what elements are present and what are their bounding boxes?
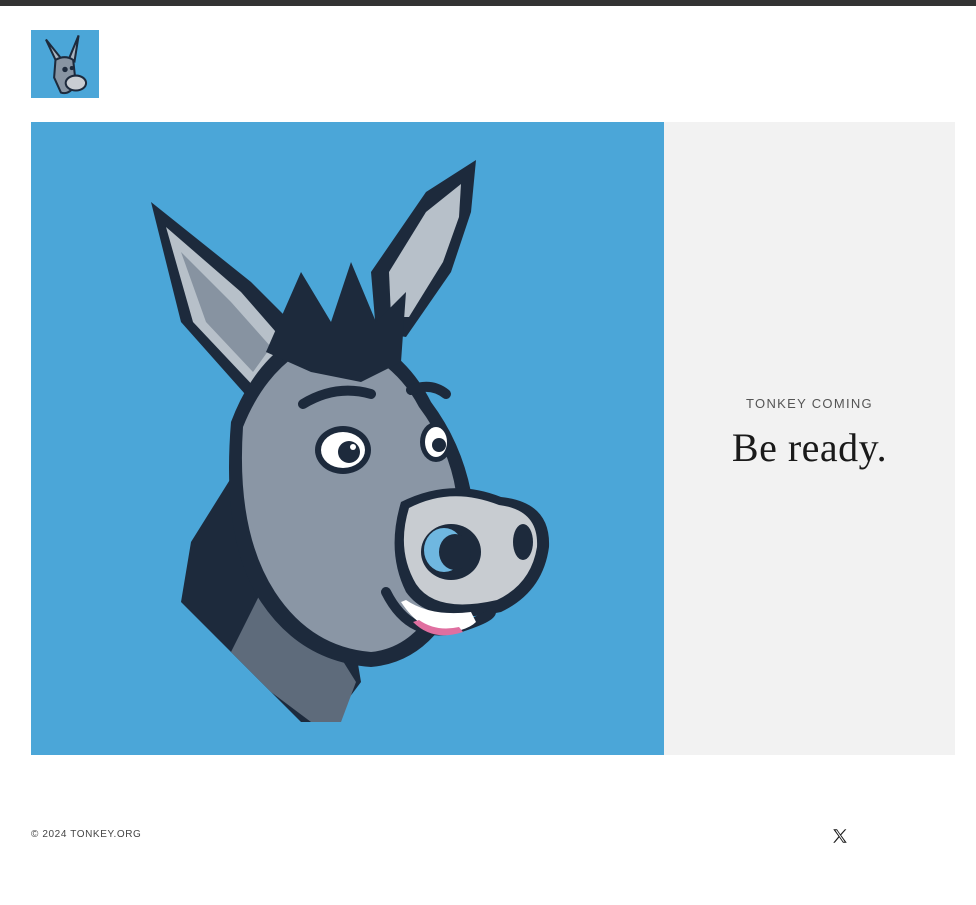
site-logo[interactable] [31,30,99,98]
x-twitter-icon [833,829,847,843]
hero-image [31,122,664,755]
x-social-link[interactable] [831,827,849,845]
donkey-mascot-illustration [31,122,664,755]
top-bar [0,0,976,6]
copyright-text: © 2024 TONKEY.ORG [31,829,142,840]
headline: Be ready. [731,425,888,470]
hero-panel: TONKEY COMING Be ready. [664,122,955,755]
donkey-mascot-icon [31,30,99,98]
eyebrow-text: TONKEY COMING [746,396,873,411]
